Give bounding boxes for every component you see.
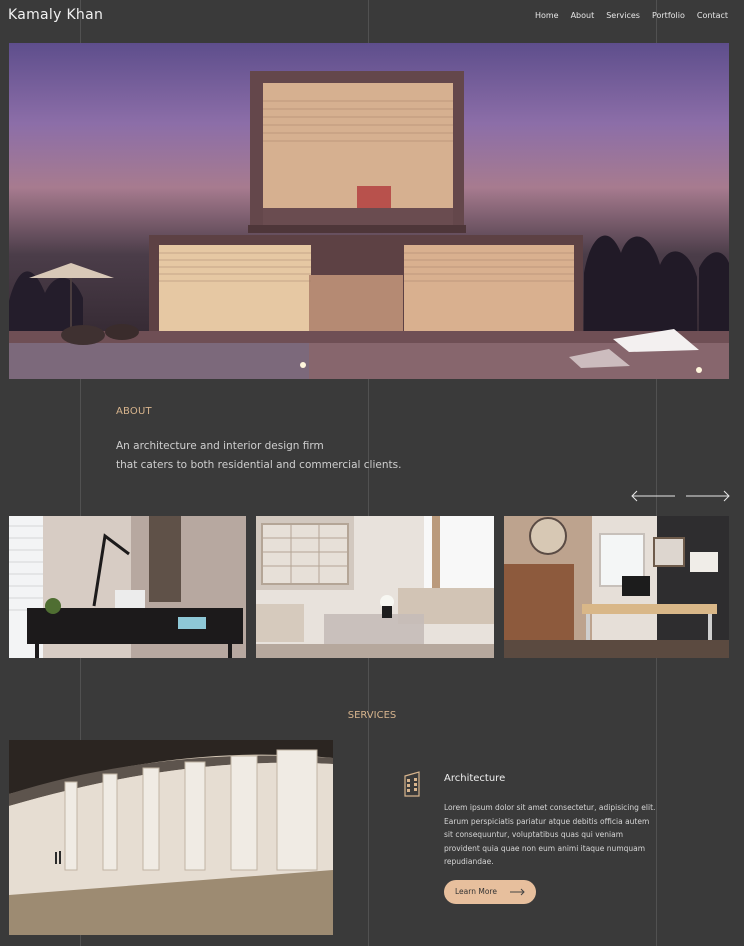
about-description: An architecture and interior design firm…: [116, 437, 476, 475]
about-line-2: that caters to both residential and comm…: [116, 459, 402, 471]
gallery-image-office[interactable]: [9, 516, 246, 658]
gallery-image-living-room[interactable]: [256, 516, 494, 658]
nav-portfolio[interactable]: Portfolio: [652, 11, 685, 20]
nav-about[interactable]: About: [571, 11, 595, 20]
main-nav: Home About Services Portfolio Contact: [535, 11, 728, 20]
nav-home[interactable]: Home: [535, 11, 559, 20]
next-button[interactable]: [685, 488, 731, 502]
site-header: Kamaly Khan Home About Services Portfoli…: [0, 0, 744, 32]
prev-button[interactable]: [630, 488, 676, 502]
page: Kamaly Khan Home About Services Portfoli…: [0, 0, 744, 946]
hero-image: [9, 43, 729, 379]
site-brand[interactable]: Kamaly Khan: [8, 7, 103, 23]
arrow-right-icon: [686, 490, 730, 502]
service-title-architecture: Architecture: [444, 773, 506, 784]
about-line-1: An architecture and interior design firm: [116, 440, 324, 452]
nav-contact[interactable]: Contact: [697, 11, 728, 20]
arrow-right-icon: [510, 888, 525, 896]
about-title: ABOUT: [116, 406, 152, 417]
services-image: [9, 740, 333, 935]
learn-more-label: Learn More: [455, 887, 497, 896]
arrow-left-icon: [631, 490, 675, 502]
building-icon: [404, 771, 420, 797]
services-title: SERVICES: [347, 710, 397, 721]
nav-services[interactable]: Services: [606, 11, 640, 20]
learn-more-button[interactable]: Learn More: [444, 880, 536, 904]
service-description: Lorem ipsum dolor sit amet consectetur, …: [444, 803, 656, 866]
gallery-controls: [630, 488, 732, 502]
gallery-image-study[interactable]: [504, 516, 729, 658]
